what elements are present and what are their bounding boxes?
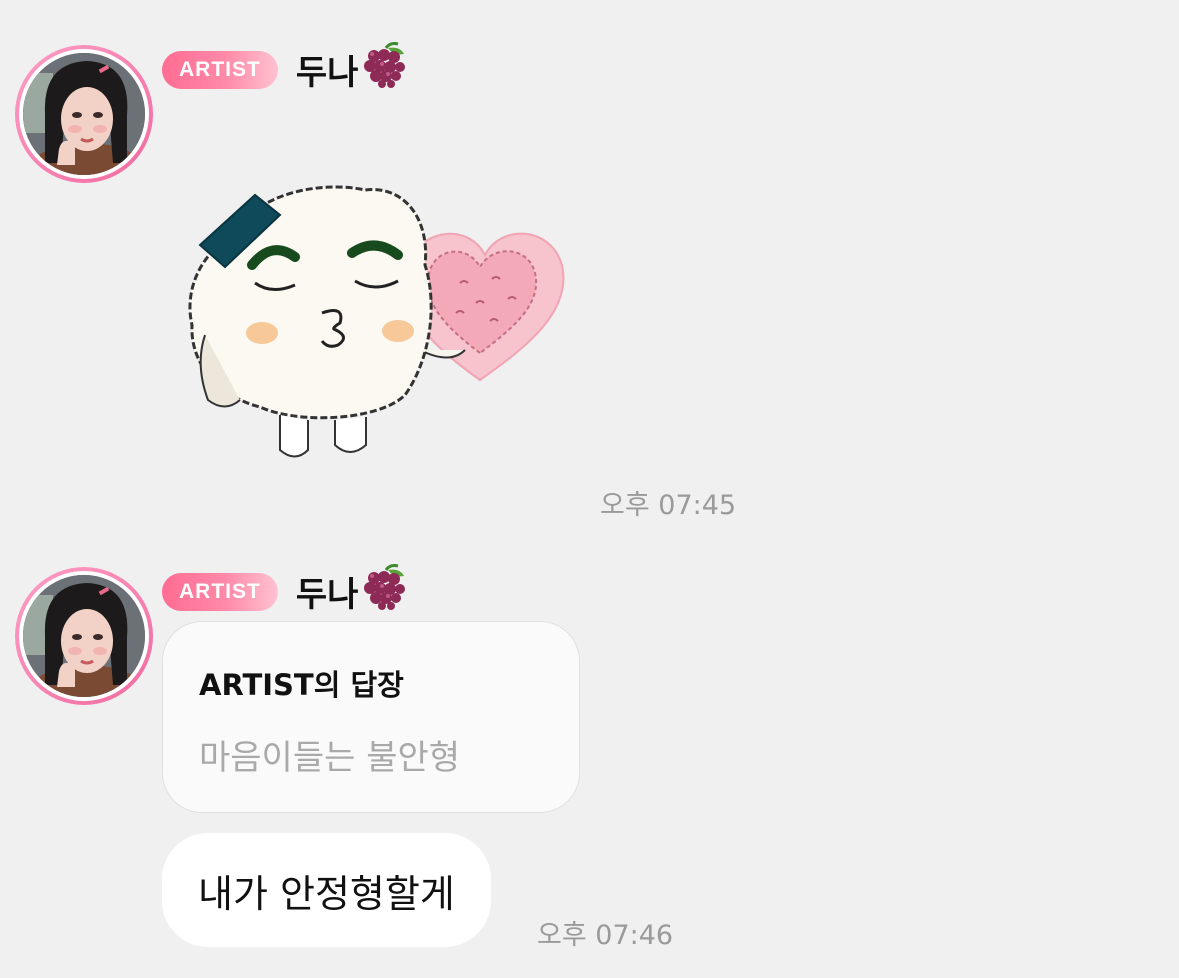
reply-card[interactable]: ARTIST의 답장 마음이들는 불안형 [162,621,580,813]
avatar[interactable] [15,567,153,705]
message-bubble[interactable]: 내가 안정형할게 [162,833,491,947]
sender-name-text: 두나 [295,575,359,615]
message-group: ARTIST 두나 ARTIST의 답장 마음이들는 불안형 내가 안정형할게 … [0,0,1179,978]
reply-quote: 마음이들는 불안형 [199,738,461,778]
reply-title: ARTIST의 답장 [199,668,404,702]
grape-icon [360,564,408,619]
avatar-photo [23,575,145,697]
artist-badge: ARTIST [162,572,278,611]
sender-name: 두나 [296,564,409,619]
message-timestamp: 오후 07:46 [537,920,674,951]
message-text: 내가 안정형할게 [198,871,455,916]
sender-row: ARTIST 두나 [162,564,408,619]
